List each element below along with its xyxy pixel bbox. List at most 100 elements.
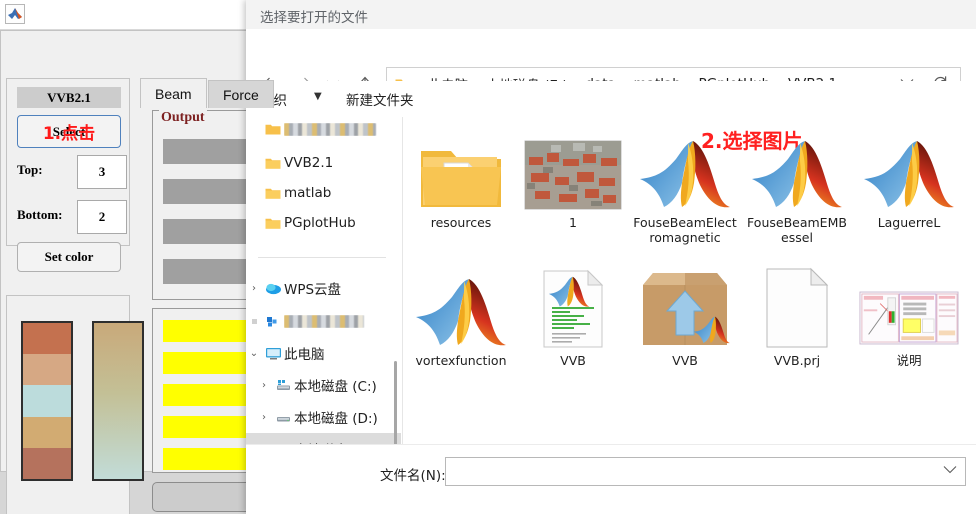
sidebar-item-drive-c[interactable]: › 本地磁盘 (C:) <box>246 369 401 401</box>
sidebar-item-label: matlab <box>284 185 332 201</box>
discrete-colormap-swatch <box>21 321 73 481</box>
sidebar-item-blurred[interactable] <box>246 117 401 145</box>
top-field-row: Top: 3 <box>13 155 127 189</box>
sidebar-item-vvb21[interactable]: VVB2.1 <box>246 147 401 179</box>
matlab-package-icon <box>635 267 735 349</box>
sidebar-item-drive-d[interactable]: › 本地磁盘 (D:) <box>246 401 401 433</box>
folder-icon <box>262 157 284 170</box>
navigation-sidebar[interactable]: VVB2.1 matlab PGplotHub › WPS云盘 ⌄ 此电脑 › … <box>246 117 401 444</box>
cloud-icon <box>262 282 284 295</box>
blurred-text <box>284 314 364 328</box>
swatch-segment <box>23 385 71 417</box>
matlab-icon <box>5 4 25 24</box>
sidebar-item-label: VVB2.1 <box>284 155 334 171</box>
matlab-figure-icon <box>747 129 847 211</box>
sidebar-item-pgplothub[interactable]: PGplotHub <box>246 207 401 239</box>
file-tile-label: vortexfunction <box>415 353 507 368</box>
swatch-segment <box>23 354 71 386</box>
file-tile-vortexfunction[interactable]: vortexfunction <box>407 267 515 405</box>
chevron-down-icon[interactable]: ▼ <box>314 91 322 102</box>
matlab-figure-icon <box>635 129 735 211</box>
sidebar-item-label: 本地磁盘 (D:) <box>294 411 378 427</box>
file-tile-1[interactable]: 1 <box>519 129 627 267</box>
chevron-right-icon[interactable]: › <box>246 283 262 294</box>
set-color-button[interactable]: Set color <box>17 242 121 272</box>
folder-icon <box>262 123 284 136</box>
file-tile-vvb-package[interactable]: VVB <box>631 267 739 405</box>
blurred-text <box>284 122 376 136</box>
filename-input[interactable] <box>446 458 938 485</box>
blank-document-icon <box>747 267 847 349</box>
output-group-title: Output <box>159 110 207 126</box>
sidebar-item-label: PGplotHub <box>284 215 356 231</box>
matlab-logo-svg <box>8 8 22 19</box>
file-list-grid[interactable]: 2.选择图片 resources 1 FouseBeamElectromagne… <box>402 117 976 444</box>
file-tile-label: VVB.prj <box>773 353 821 368</box>
sidebar-item-label: 此电脑 <box>284 347 325 363</box>
chevron-placeholder <box>246 316 262 327</box>
sidebar-item-label: WPS云盘 <box>284 282 342 298</box>
file-tile-label: 1 <box>569 215 577 230</box>
sidebar-item-wps-cloud[interactable]: › WPS云盘 <box>246 272 401 304</box>
file-tile-fousebeamelectromagnetic[interactable]: FouseBeamElectromagnetic <box>631 129 739 267</box>
sidebar-item-this-pc[interactable]: ⌄ 此电脑 <box>246 337 401 369</box>
swatch-segment <box>23 447 71 479</box>
sidebar-item-label: 本地磁盘 (C:) <box>294 379 377 395</box>
sidebar-item-drive-e[interactable]: › 本地磁盘 (E:) <box>246 433 401 444</box>
color-preview-panel <box>6 295 144 514</box>
matlab-figure-icon <box>859 129 959 211</box>
file-tile-vvb-prj[interactable]: VVB.prj <box>743 267 851 405</box>
sidebar-item-label <box>284 314 401 328</box>
onedrive-icon <box>262 315 284 328</box>
sidebar-item-onedrive-blurred[interactable] <box>246 305 401 337</box>
bottom-label: Bottom: <box>17 207 63 222</box>
chevron-down-icon[interactable] <box>943 465 957 477</box>
dialog-title: 选择要打开的文件 <box>260 10 368 26</box>
swatch-segment <box>23 323 71 355</box>
file-tile-laguerrel[interactable]: LaguerreL <box>855 129 963 267</box>
app-title-label: VVB2.1 <box>17 87 121 108</box>
file-tile-fousebeamembessel[interactable]: FouseBeamEMBessel <box>743 129 851 267</box>
bottom-input[interactable]: 2 <box>77 200 127 234</box>
filename-combobox[interactable] <box>445 457 966 486</box>
dialog-navbar: › 此电脑 › 本地磁盘 (E:) › data › matlab › PGpl… <box>246 29 976 101</box>
gradient-colormap-swatch <box>92 321 144 481</box>
sidebar-item-matlab[interactable]: matlab <box>246 177 401 209</box>
file-tile-label: 说明 <box>896 353 922 368</box>
chevron-down-icon[interactable]: ⌄ <box>246 348 262 359</box>
filename-label: 文件名(N): <box>380 468 446 484</box>
chevron-right-icon[interactable]: › <box>256 380 272 391</box>
sidebar-divider <box>258 257 386 258</box>
file-tile-label: FouseBeamEMBessel <box>747 215 847 245</box>
dialog-toolbar: 组织 ▼ 新建文件夹 <box>246 81 976 117</box>
file-tile-resources[interactable]: resources <box>407 129 515 267</box>
folder-icon <box>411 129 511 211</box>
file-tile-shuoming[interactable]: 说明 <box>855 267 963 405</box>
drive-icon <box>272 411 294 424</box>
swatch-segment <box>23 416 71 448</box>
file-tile-label: VVB <box>672 353 698 368</box>
file-open-dialog: 选择要打开的文件 › 此电脑 › 本地磁盘 (E:) <box>246 0 976 514</box>
chevron-right-icon[interactable]: › <box>256 412 272 423</box>
sidebar-item-label <box>284 122 401 136</box>
tab-beam[interactable]: Beam <box>140 78 207 108</box>
screenshot-thumb <box>859 267 959 349</box>
this-pc-icon <box>262 347 284 360</box>
drive-system-icon <box>272 379 294 392</box>
controls-panel: VVB2.1 Select 1.点击 Top: 3 Bottom: 2 Set … <box>6 78 130 272</box>
folder-icon <box>262 187 284 200</box>
select-button[interactable]: Select <box>17 115 121 148</box>
file-tile-label: FouseBeamElectromagnetic <box>633 215 737 245</box>
tab-force[interactable]: Force <box>208 80 274 108</box>
bottom-field-row: Bottom: 2 <box>13 200 127 234</box>
top-input[interactable]: 3 <box>77 155 127 189</box>
file-tile-vvb-script[interactable]: VVB <box>519 267 627 405</box>
new-folder-button[interactable]: 新建文件夹 <box>346 89 414 109</box>
dialog-bottom-bar: 文件名(N): XD悟理 CSDN @加菲家的猫 <box>246 444 976 514</box>
sidebar-scrollbar[interactable] <box>394 361 397 444</box>
matlab-script-icon <box>523 267 623 349</box>
photo-thumb <box>523 129 623 211</box>
file-tile-label: VVB <box>560 353 586 368</box>
file-tile-label: LaguerreL <box>877 215 941 230</box>
top-label: Top: <box>17 162 43 177</box>
